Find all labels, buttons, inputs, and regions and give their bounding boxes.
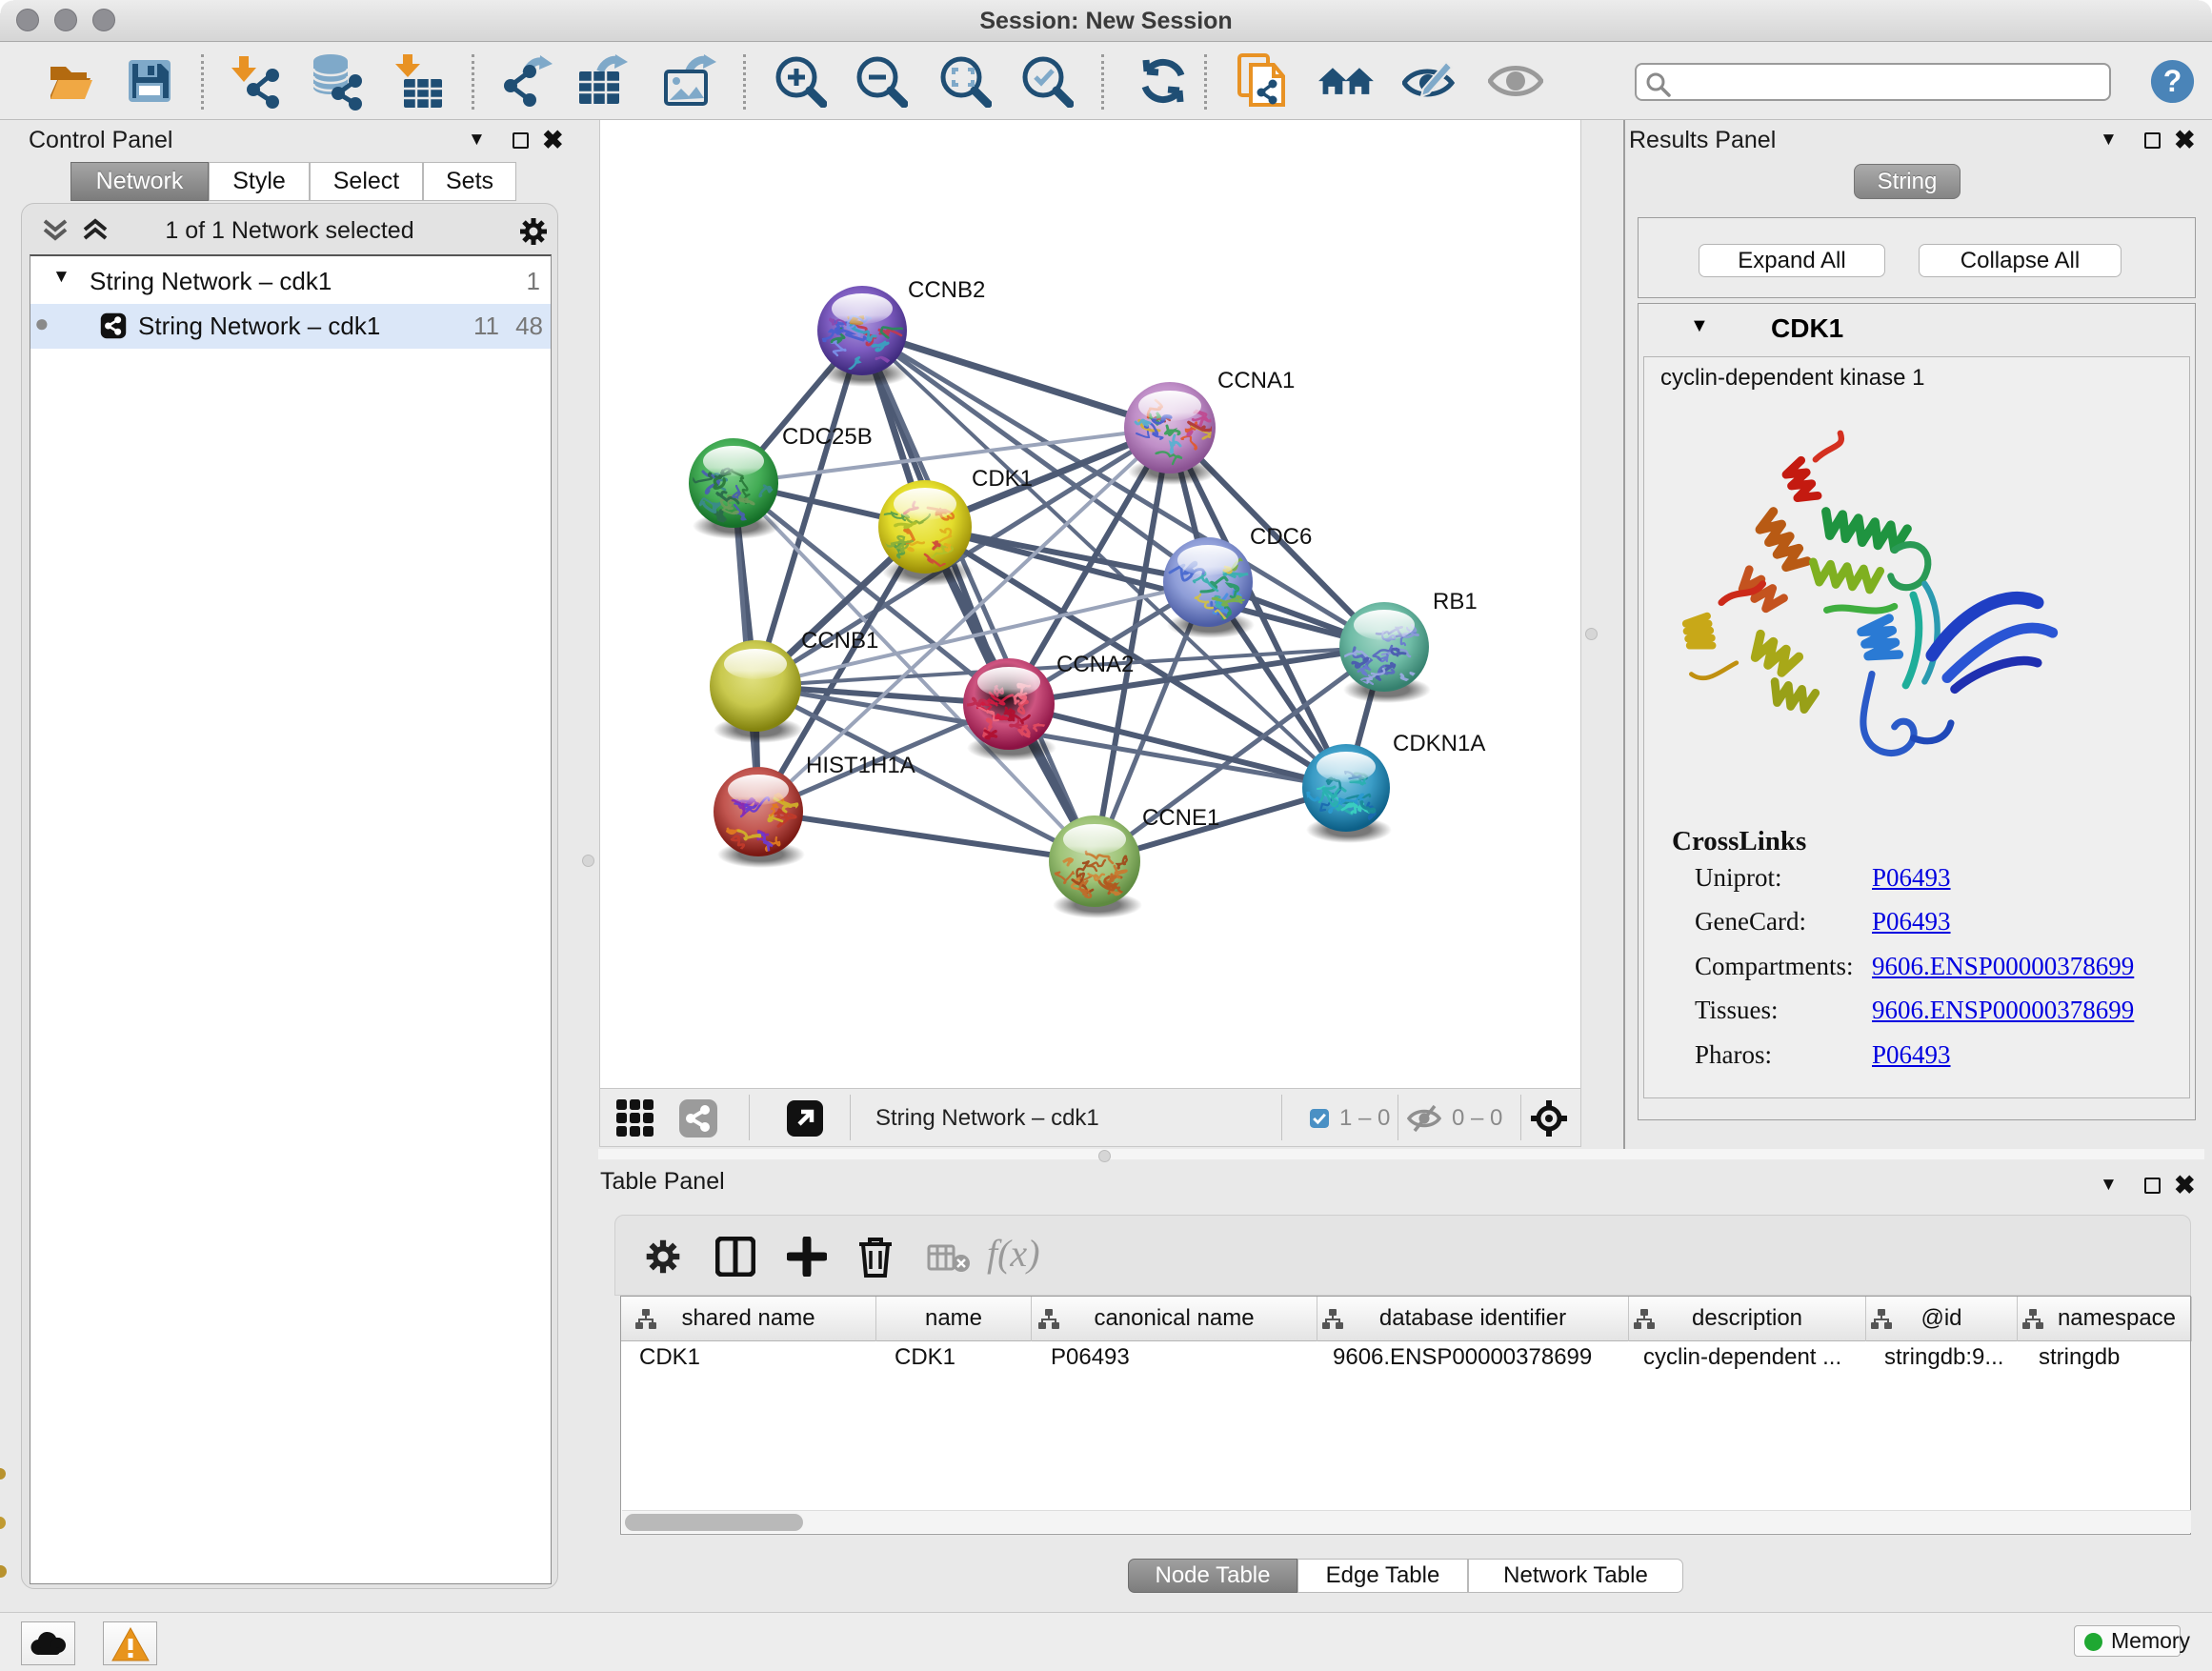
svg-text:CDKN1A: CDKN1A <box>1393 731 1485 756</box>
svg-text:CCNE1: CCNE1 <box>1142 805 1219 831</box>
svg-text:?: ? <box>2163 64 2182 98</box>
svg-text:CDC6: CDC6 <box>1250 524 1312 550</box>
svg-text:CCNA2: CCNA2 <box>1056 652 1134 677</box>
svg-text:CCNB1: CCNB1 <box>801 628 878 654</box>
svg-text:HIST1H1A: HIST1H1A <box>806 753 915 778</box>
svg-text:CCNA1: CCNA1 <box>1217 368 1295 393</box>
svg-text:RB1: RB1 <box>1433 589 1478 614</box>
svg-text:CCNB2: CCNB2 <box>908 277 985 303</box>
svg-text:CDK1: CDK1 <box>972 466 1033 492</box>
svg-text:CDC25B: CDC25B <box>782 424 873 450</box>
